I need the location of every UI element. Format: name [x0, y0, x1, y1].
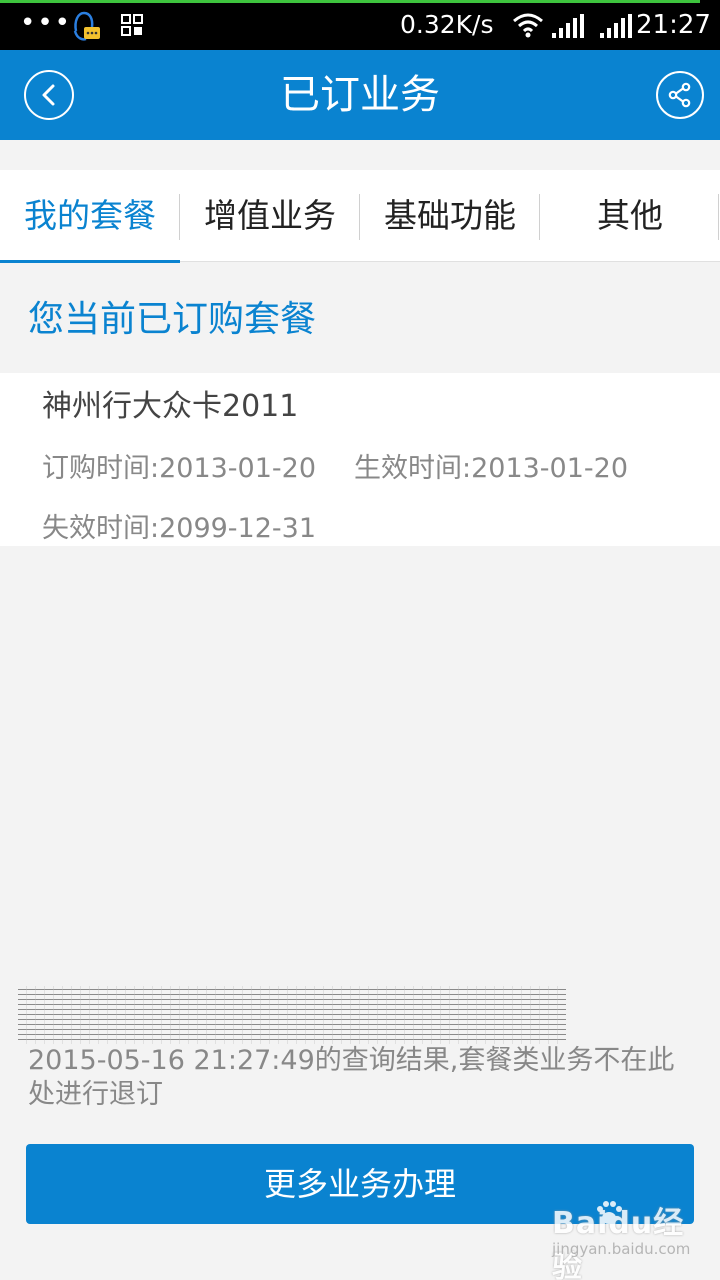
network-speed: 0.32K/s	[400, 10, 494, 39]
share-button[interactable]	[656, 71, 704, 119]
render-artifact	[18, 986, 566, 1044]
qq-icon	[73, 11, 100, 41]
query-result-note: 2015-05-16 21:27:49的查询结果,套餐类业务不在此处进行退订	[28, 1045, 675, 1110]
apps-icon	[121, 14, 143, 36]
order-time: 订购时间:2013-01-20	[42, 453, 317, 484]
tab-basic-functions[interactable]: 基础功能	[360, 170, 540, 262]
notification-progress-line	[0, 0, 700, 3]
baidu-jingyan-watermark: Baidu经验 jingyan.baidu.com	[552, 1196, 712, 1280]
signal-icon	[600, 14, 632, 38]
tab-bar: 我的套餐 增值业务 基础功能 其他	[0, 170, 720, 263]
status-clock: 21:27	[636, 10, 711, 40]
signal-icon	[552, 14, 584, 38]
wifi-icon	[513, 13, 543, 38]
package-name: 神州行大众卡2011	[42, 389, 299, 424]
watermark-logo: Baidu经验	[552, 1206, 685, 1280]
back-button[interactable]	[24, 70, 74, 120]
tab-value-added[interactable]: 增值业务	[180, 170, 360, 262]
back-icon	[42, 84, 55, 106]
status-bar: ••• 0.32K/s 21:27	[0, 0, 720, 50]
tab-my-package[interactable]: 我的套餐	[0, 170, 180, 263]
more-notifications-icon: •••	[20, 8, 73, 38]
package-card: 神州行大众卡2011 订购时间:2013-01-20 生效时间:2013-01-…	[0, 373, 720, 546]
page-title: 已订业务	[280, 72, 440, 118]
tab-divider	[718, 194, 719, 240]
share-icon	[668, 82, 691, 108]
tab-other[interactable]: 其他	[540, 170, 720, 262]
effective-time: 生效时间:2013-01-20	[354, 453, 629, 484]
paw-icon	[597, 1201, 622, 1224]
expire-time: 失效时间:2099-12-31	[42, 513, 317, 544]
title-bar: 已订业务	[0, 50, 720, 140]
watermark-url: jingyan.baidu.com	[552, 1240, 691, 1258]
section-title: 您当前已订购套餐	[28, 299, 317, 340]
